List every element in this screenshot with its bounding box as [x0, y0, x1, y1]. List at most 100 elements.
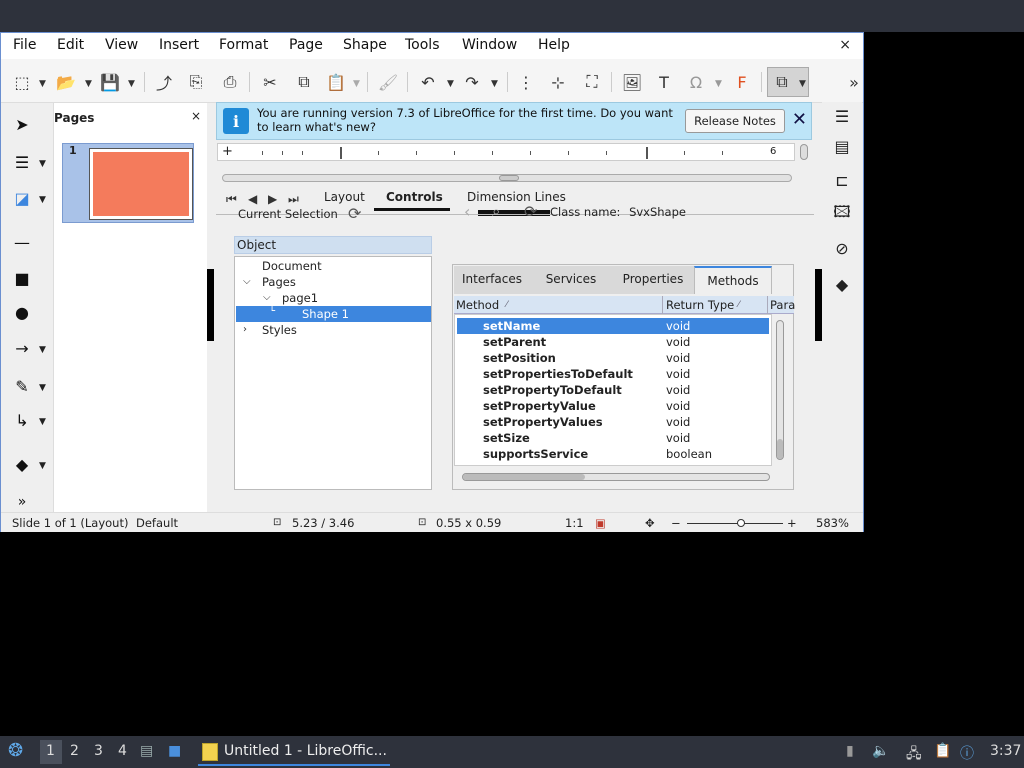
tree-item-styles[interactable]: Styles — [262, 322, 297, 338]
line-arrow-icon[interactable]: → — [11, 337, 33, 359]
fill-color-icon[interactable]: ◪ — [11, 187, 33, 209]
sort-icon[interactable]: ⁄ — [506, 300, 508, 310]
menu-view[interactable]: View — [105, 37, 138, 53]
chevron-down-icon[interactable]: ▼ — [447, 79, 454, 89]
special-character-icon[interactable]: Ω — [685, 71, 707, 93]
column-parameters[interactable]: Para — [770, 298, 795, 312]
object-tree[interactable]: Document ⌵ Pages ⌵ page1 └ Shape 1 › Sty… — [234, 256, 432, 490]
save-status-icon[interactable]: ▣ — [595, 516, 606, 530]
tray-panel-icon[interactable]: ▮ — [846, 743, 854, 759]
chevron-right-icon[interactable]: › — [243, 324, 247, 335]
workspace-4[interactable]: 4 — [118, 743, 127, 759]
close-infobar-icon[interactable]: ✕ — [792, 109, 807, 130]
tab-services[interactable]: Services — [530, 266, 612, 294]
scrollbar-thumb[interactable] — [463, 474, 585, 480]
chevron-down-icon[interactable]: ▼ — [39, 195, 46, 205]
tree-item-pages[interactable]: Pages — [262, 274, 296, 290]
copy-icon[interactable]: ⧉ — [293, 71, 315, 93]
first-tab-icon[interactable]: ⏮ — [226, 192, 237, 207]
basic-shapes-icon[interactable]: ◆ — [11, 453, 33, 475]
master-slide-name[interactable]: Default — [136, 516, 178, 530]
menu-window[interactable]: Window — [462, 37, 517, 53]
fontwork-icon[interactable]: F — [731, 71, 753, 93]
zoom-pan-icon[interactable]: ⛶ — [581, 71, 603, 93]
notification-icon[interactable]: ⓘ — [960, 743, 974, 763]
chevron-down-icon[interactable]: ▼ — [85, 79, 92, 89]
tree-item-document[interactable]: Document — [262, 258, 322, 274]
slide-thumbnail[interactable]: 1 — [62, 143, 194, 223]
insert-image-icon[interactable]: 🖼 — [621, 71, 643, 93]
connector-icon[interactable]: ↳ — [11, 409, 33, 431]
rectangle-icon[interactable]: ■ — [11, 267, 33, 289]
export-pdf-icon[interactable]: ⎘ — [185, 71, 207, 93]
clipboard-icon[interactable]: 📋 — [934, 743, 951, 759]
save-icon[interactable]: 💾 — [99, 71, 121, 93]
chevron-down-icon[interactable]: ▼ — [39, 79, 46, 89]
workspace-2[interactable]: 2 — [70, 743, 79, 759]
menu-shape[interactable]: Shape — [343, 37, 387, 53]
export-icon[interactable]: ⤴ — [153, 71, 175, 93]
menu-edit[interactable]: Edit — [57, 37, 84, 53]
navigator-icon[interactable]: ⊘ — [830, 236, 854, 260]
tab-dimension-lines[interactable]: Dimension Lines — [467, 190, 566, 204]
transformations-icon[interactable]: ⧉ — [771, 71, 793, 93]
refresh-icon[interactable]: ⟳ — [348, 204, 361, 223]
current-selection-label[interactable]: Current Selection — [238, 207, 338, 221]
menu-format[interactable]: Format — [219, 37, 268, 53]
menu-tools[interactable]: Tools — [405, 37, 440, 53]
tab-properties[interactable]: Properties — [612, 266, 694, 294]
grid-icon[interactable]: ⋮ — [515, 71, 537, 93]
print-icon[interactable]: ⎙ — [219, 71, 241, 93]
network-icon[interactable]: 🖧 — [906, 743, 922, 767]
curve-icon[interactable]: ✎ — [11, 375, 33, 397]
chevron-down-icon[interactable]: ▼ — [39, 345, 46, 355]
release-notes-button[interactable]: Release Notes — [685, 109, 785, 133]
helplines-icon[interactable]: ⊹ — [547, 71, 569, 93]
zoom-out-button[interactable]: − — [671, 516, 681, 530]
tab-layout[interactable]: Layout — [324, 190, 365, 204]
chevron-down-icon[interactable]: ⌵ — [263, 292, 271, 303]
paste-icon[interactable]: 📋 — [325, 71, 347, 93]
next-tab-icon[interactable]: ▶ — [268, 192, 277, 206]
left-sidebar-sash[interactable] — [207, 269, 214, 341]
close-icon[interactable]: × — [191, 109, 201, 123]
properties-icon[interactable]: ▤ — [830, 134, 854, 158]
slide-transition-icon[interactable]: ⊏ — [830, 168, 854, 192]
column-return-type[interactable]: Return Type — [666, 298, 734, 312]
gallery-icon[interactable]: 🖾 — [830, 202, 854, 226]
select-arrow-icon[interactable]: ➤ — [11, 113, 33, 135]
workspace-1[interactable]: 1 — [46, 743, 55, 759]
open-folder-icon[interactable]: 📂 — [55, 71, 77, 93]
scale-readout[interactable]: 1:1 — [565, 516, 584, 530]
menu-help[interactable]: Help — [538, 37, 570, 53]
horizontal-scrollbar[interactable] — [222, 174, 792, 182]
zoom-in-button[interactable]: + — [787, 516, 797, 530]
last-tab-icon[interactable]: ⏭ — [288, 192, 299, 207]
table-row[interactable]: setPosition void — [455, 350, 771, 366]
clone-formatting-icon[interactable]: 🖌 — [377, 71, 399, 93]
app-menu-icon[interactable]: ❂ — [8, 740, 23, 761]
sidebar-menu-icon[interactable]: ☰ — [830, 104, 854, 128]
scrollbar-thumb[interactable] — [777, 439, 783, 459]
desktop-icon[interactable]: ■ — [168, 743, 181, 759]
close-document-icon[interactable]: × — [839, 37, 851, 53]
zoom-slider-handle[interactable] — [737, 519, 745, 527]
slide-layout-icon[interactable]: ⬚ — [11, 71, 33, 93]
chevron-down-icon[interactable]: ▼ — [39, 383, 46, 393]
shapes-icon[interactable]: ◆ — [830, 272, 854, 296]
column-method[interactable]: Method — [456, 298, 499, 312]
chevron-down-icon[interactable]: ▼ — [715, 79, 722, 89]
line-color-icon[interactable]: ☰ — [11, 151, 33, 173]
toolbar-overflow-icon[interactable]: » — [843, 71, 863, 93]
ruler-scrollbar[interactable] — [800, 144, 808, 160]
back-icon[interactable]: ‹ — [464, 202, 470, 221]
zoom-slider[interactable] — [687, 523, 783, 524]
tab-methods[interactable]: Methods — [694, 266, 772, 294]
horizontal-ruler[interactable]: + 6 — [217, 143, 795, 161]
tree-item-shape1[interactable]: Shape 1 — [302, 306, 349, 322]
scrollbar-thumb[interactable] — [499, 175, 519, 181]
chevron-down-icon[interactable]: ▼ — [39, 159, 46, 169]
table-row[interactable]: setName void — [455, 318, 771, 334]
chevron-down-icon[interactable]: ▼ — [799, 79, 806, 89]
clock[interactable]: 3:37 — [990, 743, 1021, 759]
